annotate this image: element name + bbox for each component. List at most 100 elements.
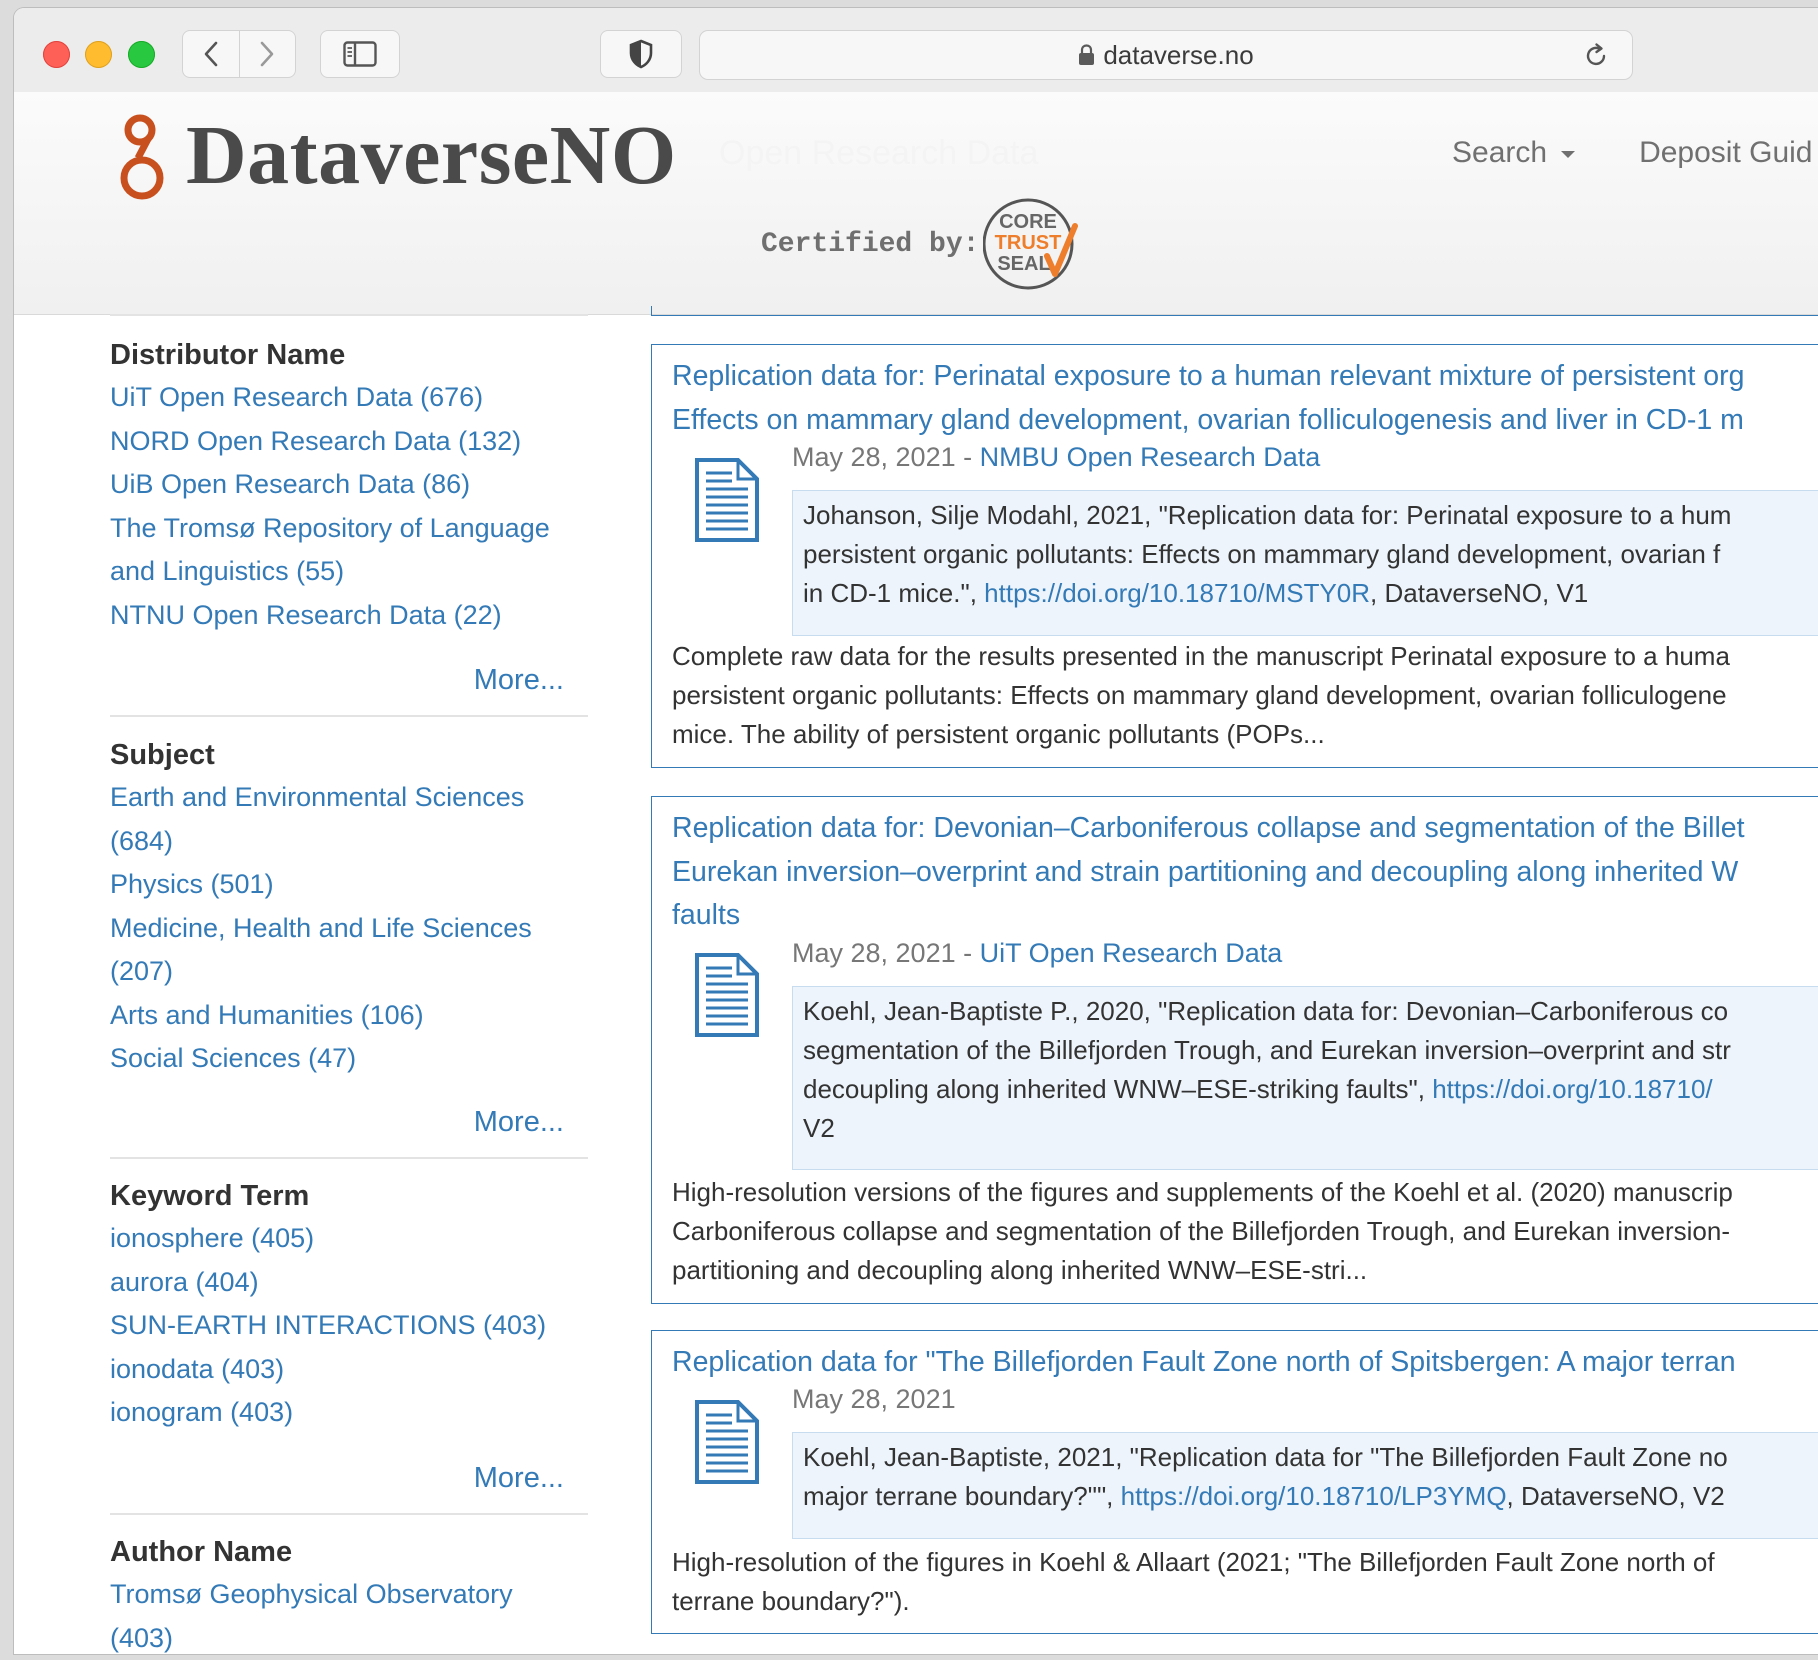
result-date-line: May 28, 2021 - UiT Open Research Data <box>792 938 1282 969</box>
facet-distributor-name: Distributor Name UiT Open Research Data … <box>110 334 588 637</box>
facet-item[interactable]: UiT Open Research Data (676) <box>110 376 588 420</box>
citation-line: Koehl, Jean-Baptiste P., 2020, "Replicat… <box>803 992 1808 1031</box>
doi-link[interactable]: https://doi.org/10.18710/LP3YMQ <box>1121 1481 1507 1511</box>
facet-item[interactable]: UiB Open Research Data (86) <box>110 463 588 507</box>
facet-title: Keyword Term <box>110 1175 588 1217</box>
description-line: partitioning and decoupling along inheri… <box>672 1251 1818 1290</box>
facet-item[interactable]: The Tromsø Repository of Language <box>110 507 588 551</box>
forward-button[interactable] <box>239 31 296 77</box>
sidebar-toggle-button[interactable] <box>320 30 400 78</box>
doi-link[interactable]: https://doi.org/10.18710/MSTY0R <box>984 578 1370 608</box>
shield-icon <box>628 39 654 69</box>
back-button[interactable] <box>183 31 239 77</box>
back-chevron-icon <box>203 41 219 67</box>
previous-result-card-edge <box>651 306 1818 316</box>
citation-text: persistent organic pollutants: Effects o… <box>803 539 1720 569</box>
citation-box: Johanson, Silje Modahl, 2021, "Replicati… <box>792 490 1818 636</box>
citation-line: in CD-1 mice.", https://doi.org/10.18710… <box>803 574 1808 613</box>
result-title-line: faults <box>672 894 1818 938</box>
zoom-window-button[interactable] <box>128 41 155 68</box>
result-date-separator: - <box>956 938 980 968</box>
dataverseno-logo[interactable]: DataverseNO <box>118 106 677 206</box>
facet-item[interactable]: SUN-EARTH INTERACTIONS (403) <box>110 1304 588 1348</box>
citation-text: Koehl, Jean-Baptiste P., 2020, "Replicat… <box>803 996 1728 1026</box>
minimize-window-button[interactable] <box>85 41 112 68</box>
result-title[interactable]: Replication data for: Devonian–Carbonife… <box>672 807 1818 938</box>
result-description: Complete raw data for the results presen… <box>672 637 1818 754</box>
facet-title: Distributor Name <box>110 334 588 376</box>
facet-subject: Subject Earth and Environmental Sciences… <box>110 734 588 1081</box>
history-nav-group <box>182 30 296 78</box>
reload-icon[interactable] <box>1582 42 1610 70</box>
facet-item[interactable]: (207) <box>110 950 588 994</box>
facet-item[interactable]: Physics (501) <box>110 863 588 907</box>
search-menu[interactable]: Search <box>1452 136 1575 170</box>
result-card: Replication data for "The Billefjorden F… <box>651 1330 1818 1634</box>
document-icon <box>694 457 760 543</box>
citation-text: , DataverseNO, V1 <box>1370 578 1588 608</box>
result-title[interactable]: Replication data for "The Billefjorden F… <box>672 1341 1818 1385</box>
facet-item[interactable]: Medicine, Health and Life Sciences <box>110 907 588 951</box>
publisher-link[interactable]: UiT Open Research Data <box>980 938 1283 968</box>
facet-divider <box>110 314 588 316</box>
address-bar[interactable]: dataverse.no <box>699 30 1633 80</box>
facet-keyword-term: Keyword Term ionosphere (405) aurora (40… <box>110 1175 588 1435</box>
result-description: High-resolution of the figures in Koehl … <box>672 1543 1818 1621</box>
result-title-line: Replication data for "The Billefjorden F… <box>672 1341 1818 1385</box>
privacy-report-button[interactable] <box>600 30 682 78</box>
facet-item[interactable]: NORD Open Research Data (132) <box>110 420 588 464</box>
core-trust-seal-logo[interactable]: CORE TRUST SEAL <box>983 194 1079 294</box>
facet-item[interactable]: ionodata (403) <box>110 1348 588 1392</box>
facet-more-link[interactable]: More... <box>474 1106 564 1139</box>
tagline: Open Research Data <box>719 134 1038 173</box>
facet-item[interactable]: Arts and Humanities (106) <box>110 994 588 1038</box>
facet-item[interactable]: Earth and Environmental Sciences <box>110 776 588 820</box>
result-title-line: Eurekan inversion–overprint and strain p… <box>672 851 1818 895</box>
sidebar-icon <box>343 41 377 67</box>
facet-item[interactable]: ionogram (403) <box>110 1391 588 1435</box>
facet-item[interactable]: aurora (404) <box>110 1261 588 1305</box>
citation-line: segmentation of the Billefjorden Trough,… <box>803 1031 1808 1070</box>
doi-link[interactable]: https://doi.org/10.18710/ <box>1432 1074 1712 1104</box>
citation-text: , DataverseNO, V2 <box>1507 1481 1725 1511</box>
result-title[interactable]: Replication data for: Perinatal exposure… <box>672 355 1818 442</box>
certified-label: Certified by: <box>761 229 979 260</box>
facet-item[interactable]: (684) <box>110 820 588 864</box>
close-window-button[interactable] <box>43 41 70 68</box>
url-text: dataverse.no <box>1103 40 1253 71</box>
result-title-line: Effects on mammary gland development, ov… <box>672 399 1818 443</box>
result-date-line: May 28, 2021 - NMBU Open Research Data <box>792 442 1320 473</box>
description-line: persistent organic pollutants: Effects o… <box>672 676 1818 715</box>
facet-item[interactable]: Social Sciences (47) <box>110 1037 588 1081</box>
citation-text: V2 <box>803 1113 835 1143</box>
facet-more-link[interactable]: More... <box>474 664 564 697</box>
facet-item[interactable]: (403) <box>110 1617 588 1660</box>
facet-item[interactable]: ionosphere (405) <box>110 1217 588 1261</box>
facet-item[interactable]: NTNU Open Research Data (22) <box>110 594 588 638</box>
seal-line-core: CORE <box>1000 211 1058 233</box>
citation-line: persistent organic pollutants: Effects o… <box>803 535 1808 574</box>
browser-toolbar: dataverse.no <box>14 8 1818 93</box>
citation-text: major terrane boundary?"", <box>803 1481 1121 1511</box>
seal-line-seal: SEAL <box>998 253 1051 275</box>
citation-line: major terrane boundary?"", https://doi.o… <box>803 1477 1808 1516</box>
deposit-guide-link[interactable]: Deposit Guid <box>1639 136 1812 170</box>
facet-item[interactable]: and Linguistics (55) <box>110 550 588 594</box>
description-line: High-resolution versions of the figures … <box>672 1173 1818 1212</box>
logo-text: DataverseNO <box>186 114 677 198</box>
citation-text: Johanson, Silje Modahl, 2021, "Replicati… <box>803 500 1731 530</box>
result-card: Replication data for: Devonian–Carbonife… <box>651 796 1818 1304</box>
publisher-link[interactable]: NMBU Open Research Data <box>980 442 1321 472</box>
facet-more-link[interactable]: More... <box>474 1462 564 1495</box>
result-title-line: Replication data for: Devonian–Carbonife… <box>672 807 1818 851</box>
seal-line-trust: TRUST <box>995 232 1062 254</box>
facet-item[interactable]: Tromsø Geophysical Observatory <box>110 1573 588 1617</box>
document-icon <box>694 952 760 1038</box>
top-nav: Search Deposit Guid <box>1452 136 1813 170</box>
result-date-line: May 28, 2021 <box>792 1384 956 1415</box>
facet-title: Subject <box>110 734 588 776</box>
result-date: May 28, 2021 <box>792 442 956 472</box>
citation-line: Koehl, Jean-Baptiste, 2021, "Replication… <box>803 1438 1808 1477</box>
citation-text: in CD-1 mice.", <box>803 578 984 608</box>
citation-box: Koehl, Jean-Baptiste P., 2020, "Replicat… <box>792 986 1818 1170</box>
